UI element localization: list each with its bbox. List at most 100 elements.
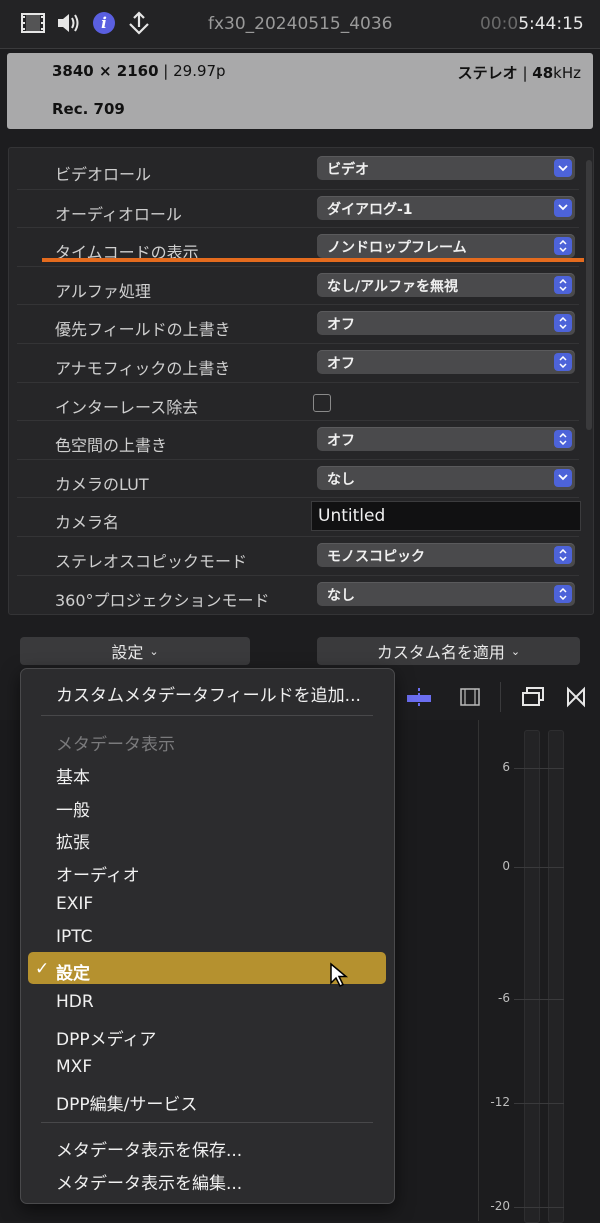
apply-custom-name-button[interactable]: カスタム名を適用 ⌄ bbox=[317, 637, 580, 665]
menu-item-view[interactable]: MXF bbox=[56, 1057, 92, 1077]
setting-select[interactable]: ビデオ bbox=[317, 156, 575, 180]
setting-select[interactable]: ダイアログ-1 bbox=[317, 195, 575, 220]
menu-section-header: メタデータ表示 bbox=[56, 735, 175, 755]
setting-select-value: オフ bbox=[327, 356, 355, 372]
film-icon[interactable] bbox=[20, 10, 46, 36]
chevron-updown-icon bbox=[554, 430, 572, 449]
menu-item-add-custom-field[interactable]: カスタムメタデータフィールドを追加... bbox=[56, 681, 361, 706]
setting-select-value: ノンドロップフレーム bbox=[327, 240, 467, 257]
mouse-pointer-icon bbox=[329, 962, 349, 992]
meter-scale-label: -20 bbox=[490, 1199, 510, 1213]
setting-select-value: ビデオ bbox=[327, 162, 369, 178]
setting-row: カメラ名 Untitled bbox=[17, 497, 581, 536]
panel-scrollbar[interactable] bbox=[586, 160, 592, 430]
clip-appearance-icon[interactable] bbox=[405, 686, 433, 714]
setting-label: オーディオロール bbox=[55, 204, 182, 224]
timecode-leading: 00:0 bbox=[480, 14, 519, 34]
chevron-updown-icon bbox=[554, 237, 572, 256]
chevron-down-icon: ⌄ bbox=[510, 644, 521, 658]
audio-format: ステレオ | 48kHz bbox=[457, 64, 581, 82]
menu-item-edit-view[interactable]: メタデータ表示を編集... bbox=[56, 1169, 242, 1194]
menu-item-view[interactable]: 一般 bbox=[56, 796, 90, 821]
divider bbox=[500, 682, 501, 712]
meter-scale-label: -6 bbox=[498, 991, 510, 1005]
chevron-updown-icon bbox=[554, 584, 572, 603]
setting-row: アナモフィックの上書き オフ bbox=[17, 343, 579, 382]
apply-custom-name-label: カスタム名を適用 bbox=[376, 643, 505, 662]
setting-select[interactable]: なし/アルファを無視 bbox=[317, 272, 575, 297]
chevron-updown-icon bbox=[554, 353, 572, 371]
sample-rate: 48 bbox=[532, 64, 554, 82]
camera-name-field[interactable]: Untitled bbox=[311, 501, 581, 532]
timeline-toolbar bbox=[393, 680, 600, 718]
setting-select[interactable]: ノンドロップフレーム bbox=[317, 234, 575, 259]
speaker-icon[interactable] bbox=[55, 10, 81, 36]
settings-view-button[interactable]: 設定 ⌄ bbox=[20, 637, 250, 665]
menu-separator bbox=[41, 1122, 373, 1123]
setting-select[interactable]: オフ bbox=[317, 350, 575, 374]
menu-item-view[interactable]: DPPメディア bbox=[56, 1025, 156, 1050]
setting-row: ステレオスコピックモード モノスコピック bbox=[17, 536, 579, 575]
camera-name-value: Untitled bbox=[318, 506, 386, 527]
meter-scale-line bbox=[514, 768, 564, 769]
setting-row: アルファ処理 なし/アルファを無視 bbox=[17, 265, 579, 305]
window-layout-icon[interactable] bbox=[521, 686, 545, 712]
setting-row: ビデオロール ビデオ bbox=[17, 150, 579, 188]
clip-name: fx30_20240515_4036 bbox=[208, 14, 393, 34]
menu-item-save-view[interactable]: メタデータ表示を保存... bbox=[56, 1136, 242, 1161]
menu-item-view[interactable]: HDR bbox=[56, 992, 94, 1012]
menu-item-view[interactable]: オーディオ bbox=[56, 861, 140, 886]
resolution: 3840 × 2160 bbox=[52, 62, 159, 80]
timecode-display: 00:05:44:15 bbox=[480, 14, 584, 34]
metadata-view-menu: カスタムメタデータフィールドを追加... メタデータ表示 ✓ 基本一般拡張オーデ… bbox=[20, 668, 395, 1204]
setting-row: インターレース除去 bbox=[17, 381, 579, 421]
setting-select-value: オフ bbox=[327, 317, 355, 334]
setting-select-value: なし bbox=[327, 587, 355, 604]
chevron-updown-icon bbox=[554, 546, 572, 564]
share-icon[interactable] bbox=[126, 10, 152, 36]
format-line: 3840 × 2160 | 29.97p bbox=[52, 62, 226, 80]
setting-label: インターレース除去 bbox=[55, 397, 199, 417]
audio-meter-right bbox=[548, 730, 564, 1223]
setting-select[interactable]: なし bbox=[317, 581, 575, 606]
setting-select[interactable]: モノスコピック bbox=[317, 543, 575, 567]
meter-scale-label: 6 bbox=[502, 760, 510, 774]
setting-select[interactable]: オフ bbox=[317, 427, 575, 452]
transitions-icon[interactable] bbox=[565, 686, 587, 712]
setting-label: ビデオロール bbox=[55, 165, 152, 184]
menu-item-view[interactable]: 基本 bbox=[56, 763, 90, 788]
film-strip-icon[interactable] bbox=[459, 687, 481, 711]
setting-select[interactable]: オフ bbox=[317, 311, 575, 336]
setting-label: 優先フィールドの上書き bbox=[55, 320, 231, 340]
setting-select[interactable]: なし bbox=[317, 465, 575, 490]
settings-view-label: 設定 bbox=[111, 643, 144, 662]
menu-item-view[interactable]: EXIF bbox=[56, 894, 93, 914]
deinterlace-checkbox[interactable] bbox=[313, 393, 331, 412]
meter-scale-line bbox=[514, 1207, 564, 1208]
setting-select-value: なし bbox=[327, 471, 355, 488]
menu-item-view[interactable]: 設定 bbox=[56, 959, 90, 984]
inspector-toolbar: i fx30_20240515_4036 00:05:44:15 bbox=[0, 0, 600, 49]
meter-scale-line bbox=[514, 1103, 564, 1104]
meter-scale-label: 0 bbox=[502, 859, 510, 873]
setting-row: 360°プロジェクションモード なし bbox=[17, 574, 579, 614]
checkmark-icon: ✓ bbox=[35, 959, 50, 979]
sample-unit: kHz bbox=[553, 64, 581, 82]
meter-scale-label: -12 bbox=[490, 1095, 510, 1109]
setting-row: 色空間の上書き オフ bbox=[17, 420, 579, 459]
setting-row: 優先フィールドの上書き オフ bbox=[17, 304, 579, 343]
info-icon[interactable]: i bbox=[91, 10, 117, 36]
audio-meter-left bbox=[524, 730, 540, 1223]
annotation-underline bbox=[42, 258, 584, 262]
setting-label: 色空間の上書き bbox=[55, 436, 168, 456]
setting-label: アナモフィックの上書き bbox=[55, 359, 231, 378]
chevron-down-icon bbox=[554, 159, 572, 177]
svg-text:i: i bbox=[101, 14, 107, 32]
chevron-updown-icon bbox=[554, 275, 572, 294]
timecode-value: 5:44:15 bbox=[518, 14, 584, 34]
setting-label: 360°プロジェクションモード bbox=[55, 590, 270, 610]
menu-item-view[interactable]: DPP編集/サービス bbox=[56, 1090, 197, 1115]
menu-item-view[interactable]: IPTC bbox=[56, 927, 93, 947]
menu-item-view[interactable]: 拡張 bbox=[56, 828, 90, 853]
color-space: Rec. 709 bbox=[52, 100, 125, 118]
